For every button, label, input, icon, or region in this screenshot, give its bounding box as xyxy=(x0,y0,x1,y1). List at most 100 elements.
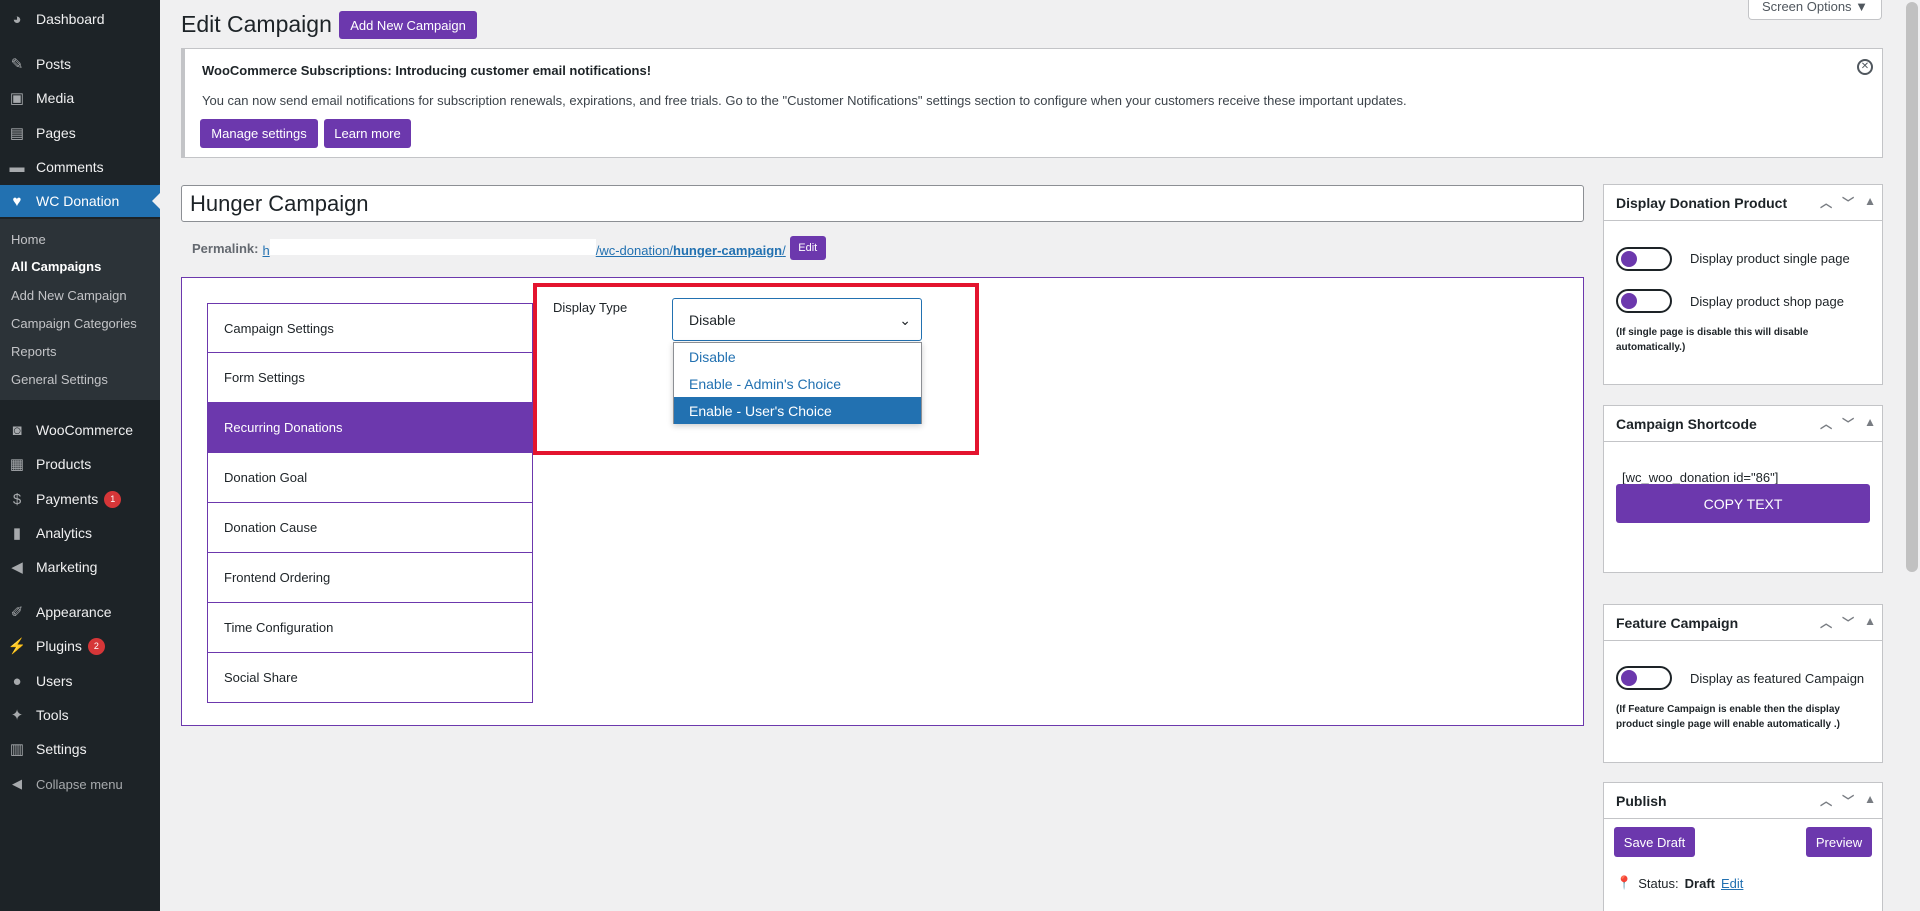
status-line: 📍 Status: Draft Edit xyxy=(1616,875,1743,891)
submenu-add-new-campaign[interactable]: Add New Campaign xyxy=(11,288,127,303)
feature-note: (If Feature Campaign is enable then the … xyxy=(1616,704,1840,730)
menu-label: Settings xyxy=(36,741,87,757)
scrollbar-thumb[interactable] xyxy=(1906,2,1918,572)
postbox-header: Publish ︿ ﹀ ▲ xyxy=(1604,783,1882,819)
submenu-all-campaigns[interactable]: All Campaigns xyxy=(11,259,101,274)
campaign-title-input[interactable] xyxy=(181,185,1584,222)
tab-time-configuration[interactable]: Time Configuration xyxy=(207,603,533,653)
featured-label: Display as featured Campaign xyxy=(1690,671,1865,686)
subscriptions-notice: WooCommerce Subscriptions: Introducing c… xyxy=(181,48,1883,158)
submenu-reports[interactable]: Reports xyxy=(11,344,57,359)
collapse-label: Collapse menu xyxy=(36,776,123,792)
postbox-header: Display Donation Product ︿ ﹀ ▲ xyxy=(1604,185,1882,221)
tab-recurring-donations[interactable]: Recurring Donations xyxy=(207,403,533,453)
permalink-path: /wc-donation/ xyxy=(595,242,674,258)
notice-title: WooCommerce Subscriptions: Introducing c… xyxy=(202,63,652,78)
menu-wc-donation[interactable]: ♥ WC Donation xyxy=(0,185,160,217)
move-down-icon[interactable]: ﹀ xyxy=(1842,792,1854,809)
tab-campaign-settings[interactable]: Campaign Settings xyxy=(207,303,533,353)
permalink-label: Permalink: xyxy=(192,240,259,256)
publish-box: Publish ︿ ﹀ ▲ Save Draft Preview 📍 Statu… xyxy=(1603,782,1883,911)
settings-tabs: Campaign Settings Form Settings Recurrin… xyxy=(207,303,533,703)
toggle-panel-icon[interactable]: ▲ xyxy=(1864,792,1876,809)
menu-pages[interactable]: ▤ Pages xyxy=(0,119,160,147)
wrench-icon: ✦ xyxy=(10,707,24,724)
pin-icon: 📍 xyxy=(1616,875,1633,890)
status-edit-link[interactable]: Edit xyxy=(1721,876,1743,891)
preview-button[interactable]: Preview xyxy=(1806,827,1872,857)
collapse-menu-button[interactable]: ◀ Collapse menu xyxy=(0,770,160,798)
dollar-icon: $ xyxy=(12,490,22,508)
submenu-home[interactable]: Home xyxy=(11,232,46,247)
move-down-icon[interactable]: ﹀ xyxy=(1842,614,1854,631)
move-up-icon[interactable]: ︿ xyxy=(1820,792,1832,809)
tab-form-settings[interactable]: Form Settings xyxy=(207,353,533,403)
display-type-value: Disable xyxy=(689,311,736,328)
megaphone-icon: ◀ xyxy=(11,559,23,576)
menu-tools[interactable]: ✦ Tools xyxy=(0,701,160,729)
option-disable[interactable]: Disable xyxy=(674,343,921,370)
manage-settings-button[interactable]: Manage settings xyxy=(200,119,318,148)
notice-text: You can now send email notifications for… xyxy=(202,93,1407,108)
display-product-note: (If single page is disable this will dis… xyxy=(1616,327,1809,353)
menu-marketing[interactable]: ◀ Marketing xyxy=(0,553,160,581)
settings-icon: ▥ xyxy=(9,741,25,758)
menu-media[interactable]: ▣ Media xyxy=(0,84,160,112)
postbox-controls: ︿ ﹀ ▲ xyxy=(1820,415,1876,432)
campaign-settings-box: Campaign Settings Form Settings Recurrin… xyxy=(181,277,1584,726)
chevron-down-icon: ⌄ xyxy=(899,312,911,328)
submenu-general-settings[interactable]: General Settings xyxy=(11,372,108,387)
display-product-box: Display Donation Product ︿ ﹀ ▲ Display p… xyxy=(1603,184,1883,385)
tab-donation-cause[interactable]: Donation Cause xyxy=(207,503,533,553)
move-up-icon[interactable]: ︿ xyxy=(1820,194,1832,211)
toggle-panel-icon[interactable]: ▲ xyxy=(1864,614,1876,631)
menu-settings[interactable]: ▥ Settings xyxy=(0,735,160,763)
permalink-edit-button[interactable]: Edit xyxy=(789,236,826,260)
menu-users[interactable]: ● Users xyxy=(0,667,160,695)
pages-icon: ▤ xyxy=(9,125,25,142)
menu-comments[interactable]: ▬ Comments xyxy=(0,153,160,181)
add-new-campaign-button[interactable]: Add New Campaign xyxy=(339,11,477,39)
shop-page-toggle[interactable] xyxy=(1616,289,1672,313)
menu-dashboard[interactable]: ◕ Dashboard xyxy=(0,5,160,33)
option-admin-choice[interactable]: Enable - Admin's Choice xyxy=(674,370,921,397)
pin-icon: ✎ xyxy=(10,56,24,73)
display-type-dropdown: Disable Enable - Admin's Choice Enable -… xyxy=(673,342,922,424)
permalink-end: / xyxy=(782,242,786,258)
permalink-link[interactable]: h/wc-donation/hunger-campaign/ xyxy=(262,238,786,258)
screen-options-button[interactable]: Screen Options ▼ xyxy=(1748,0,1882,20)
menu-posts[interactable]: ✎ Posts xyxy=(0,50,160,78)
toggle-panel-icon[interactable]: ▲ xyxy=(1864,194,1876,211)
campaign-shortcode-box: Campaign Shortcode ︿ ﹀ ▲ [wc_woo_donatio… xyxy=(1603,405,1883,573)
featured-toggle[interactable] xyxy=(1616,666,1672,690)
menu-label: Analytics xyxy=(36,525,93,541)
postbox-header: Feature Campaign ︿ ﹀ ▲ xyxy=(1604,605,1882,641)
collapse-icon: ◀ xyxy=(12,776,22,791)
move-up-icon[interactable]: ︿ xyxy=(1820,614,1832,631)
tab-social-share[interactable]: Social Share xyxy=(207,653,533,703)
menu-label: Marketing xyxy=(36,559,98,575)
menu-woocommerce[interactable]: ◙ WooCommerce xyxy=(0,416,160,444)
save-draft-button[interactable]: Save Draft xyxy=(1614,827,1695,857)
menu-label: Plugins xyxy=(36,638,82,654)
menu-appearance[interactable]: ✐ Appearance xyxy=(0,598,160,626)
postbox-title: Campaign Shortcode xyxy=(1616,415,1757,432)
chart-icon: ▮ xyxy=(12,525,22,542)
move-up-icon[interactable]: ︿ xyxy=(1820,415,1832,432)
move-down-icon[interactable]: ﹀ xyxy=(1842,194,1854,211)
menu-plugins[interactable]: ⚡ Plugins 2 xyxy=(0,632,160,660)
toggle-panel-icon[interactable]: ▲ xyxy=(1864,415,1876,432)
option-user-choice[interactable]: Enable - User's Choice xyxy=(674,397,921,424)
copy-text-button[interactable]: COPY TEXT xyxy=(1616,484,1870,523)
learn-more-button[interactable]: Learn more xyxy=(324,119,411,148)
menu-payments[interactable]: $ Payments 1 xyxy=(0,485,160,513)
dismiss-icon[interactable]: ✕ xyxy=(1857,59,1873,75)
display-type-select[interactable]: Disable ⌄ xyxy=(672,298,922,341)
tab-donation-goal[interactable]: Donation Goal xyxy=(207,453,533,503)
single-page-toggle[interactable] xyxy=(1616,247,1672,271)
menu-analytics[interactable]: ▮ Analytics xyxy=(0,519,160,547)
move-down-icon[interactable]: ﹀ xyxy=(1842,415,1854,432)
tab-frontend-ordering[interactable]: Frontend Ordering xyxy=(207,553,533,603)
menu-products[interactable]: ▦ Products xyxy=(0,450,160,478)
submenu-campaign-categories[interactable]: Campaign Categories xyxy=(11,316,137,331)
